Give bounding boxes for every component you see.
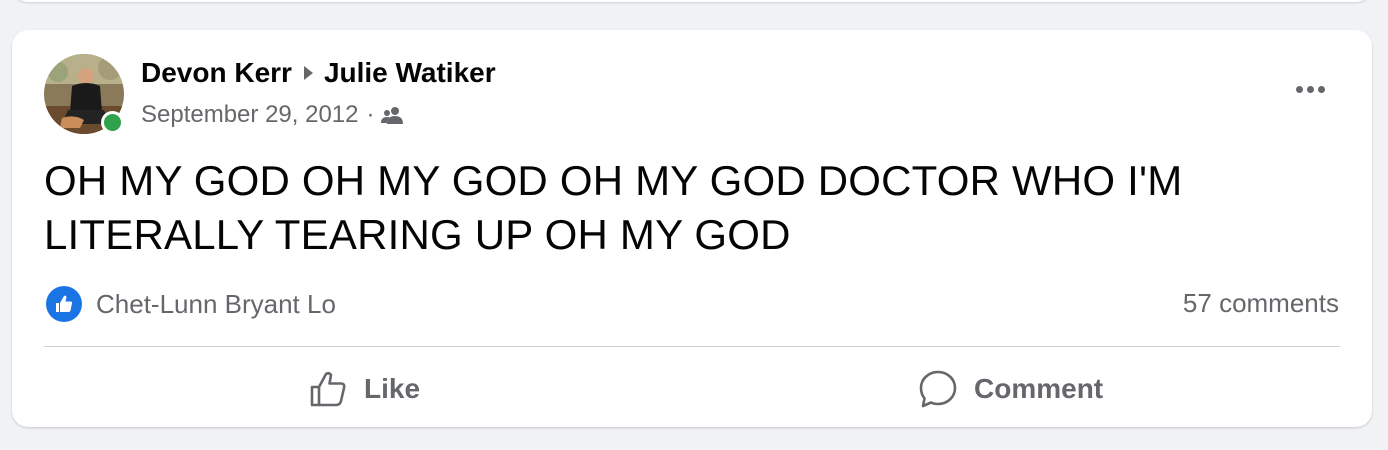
thumbs-up-icon [310,371,346,407]
post-card: Devon Kerr Julie Watiker September 29, 2… [12,30,1372,427]
reactors-names[interactable]: Chet-Lunn Bryant Lo [96,289,336,320]
comment-label: Comment [974,373,1104,404]
like-reaction-icon [46,286,82,322]
reactions-summary[interactable]: Chet-Lunn Bryant Lo [46,286,336,322]
more-options-button[interactable] [1288,74,1332,104]
recipient-name[interactable]: Julie Watiker [324,57,496,89]
meta-separator: · [366,101,375,128]
divider [44,346,1340,347]
like-button[interactable]: Like [308,364,420,414]
like-label: Like [364,373,421,404]
post-header: Devon Kerr Julie Watiker [141,57,496,89]
post-meta: September 29, 2012 · [141,101,405,129]
more-dot-icon [1306,85,1314,93]
post-date[interactable]: September 29, 2012 [141,101,359,129]
post-text: OH MY GOD OH MY GOD OH MY GOD DOCTOR WHO… [44,157,1183,258]
more-dot-icon [1317,85,1325,93]
comment-bubble-icon [919,370,957,408]
friends-icon[interactable] [380,105,405,125]
arrow-right-icon [303,66,313,80]
online-status-indicator [101,111,124,134]
more-dot-icon [1295,85,1303,93]
comments-count[interactable]: 57 comments [1183,288,1339,319]
previous-post-card [12,0,1372,2]
comment-button[interactable]: Comment [918,364,1103,414]
author-name[interactable]: Devon Kerr [141,57,292,89]
